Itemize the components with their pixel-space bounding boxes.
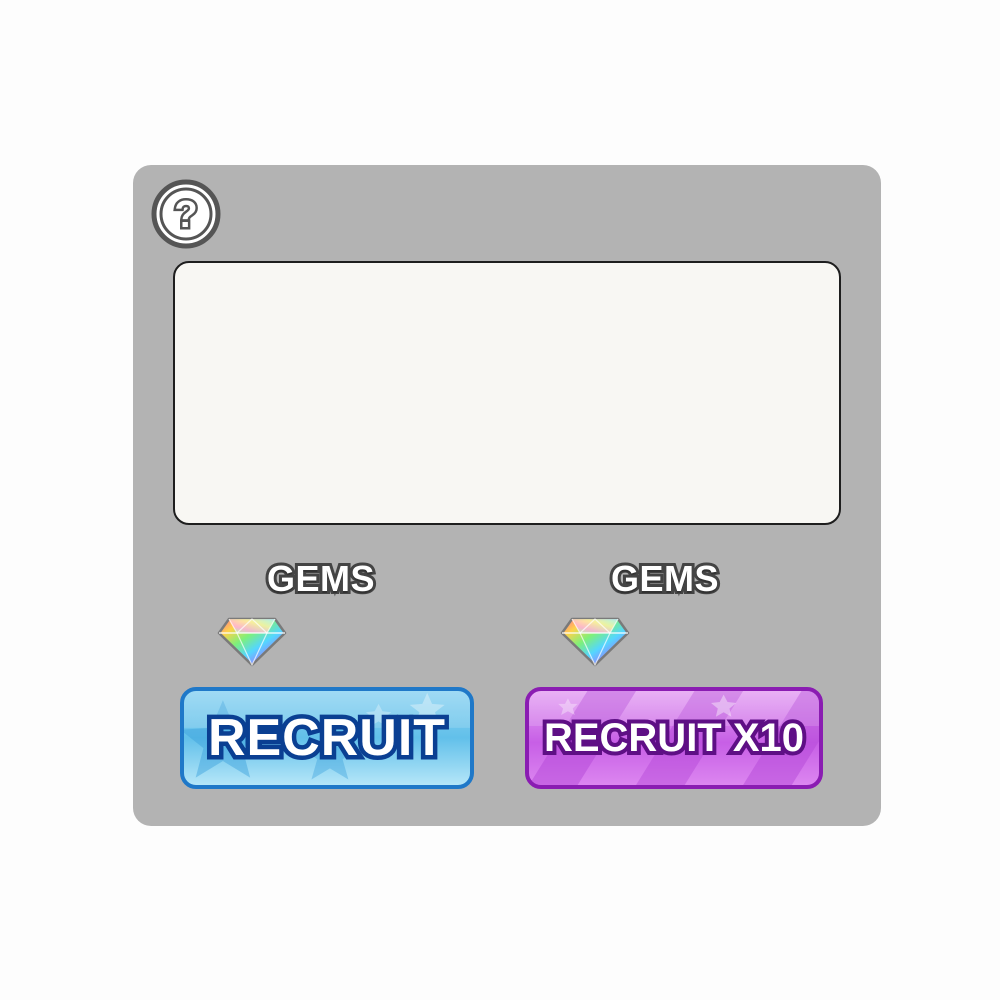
recruit-button-label: RECRUIT [203, 705, 449, 772]
rainbow-gem-icon [560, 617, 630, 667]
game-screen: ? GEMS GEMS RECRUIT RECRUIT X10 [0, 0, 1000, 1000]
help-button[interactable]: ? [151, 179, 221, 249]
svg-text:?: ? [174, 194, 197, 236]
recruit-x10-button-label: RECRUIT X10 [540, 712, 808, 764]
recruit-button[interactable]: RECRUIT [180, 687, 474, 789]
gems-label: GEMS [608, 555, 722, 602]
recruit-x10-button[interactable]: RECRUIT X10 [525, 687, 823, 789]
question-mark-circle-icon: ? [151, 179, 221, 249]
gems-label: GEMS [264, 555, 378, 602]
rainbow-gem-icon [217, 617, 287, 667]
content-box [173, 261, 841, 525]
recruit-panel: ? GEMS GEMS RECRUIT RECRUIT X10 [133, 165, 881, 826]
